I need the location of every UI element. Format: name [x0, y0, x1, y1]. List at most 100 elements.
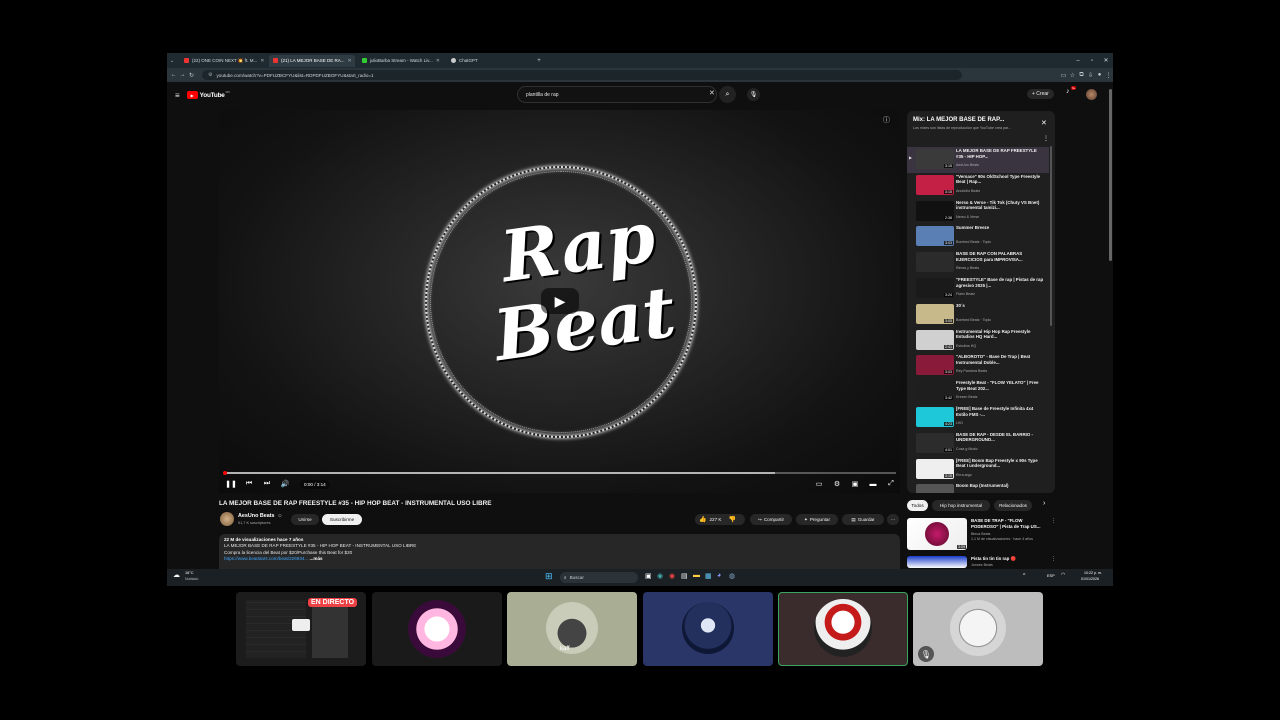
big-play-button[interactable]: ▶ — [541, 288, 579, 314]
clock-time[interactable]: 10:22 p. m. — [1084, 571, 1102, 575]
subscribe-button[interactable]: Suscribirme — [322, 514, 362, 525]
close-tab-icon[interactable]: ✕ — [348, 58, 352, 64]
menu-icon[interactable]: ⋮ — [1104, 72, 1113, 79]
playlist-item[interactable]: 2:38 Nerso & Verse - Tik Tok (Chuty VS Bn… — [907, 199, 1049, 225]
playlist-item[interactable]: 3:15 [FREE] Boom Bap Freestyle x 90s Type… — [907, 457, 1049, 483]
minimize-button[interactable]: – — [1071, 58, 1085, 64]
save-button[interactable]: ▤ Guardar — [842, 514, 884, 525]
wifi-icon[interactable]: ◠ — [1061, 572, 1065, 578]
store-icon[interactable]: ▤ — [681, 572, 688, 580]
playlist-item[interactable]: Boom Bap (Instrumental) — [907, 482, 1049, 493]
chrome-icon[interactable]: ◉ — [669, 572, 675, 580]
related-menu-icon[interactable]: ⋮ — [1051, 518, 1056, 524]
miniplayer-icon[interactable]: ▣ — [846, 480, 864, 488]
notifications-bell-icon[interactable]: ♪ — [1066, 88, 1070, 95]
playlist-menu-icon[interactable]: ⋮ — [1043, 135, 1049, 142]
playlist-item[interactable]: 3:03 Summer Breeze Bombed Beatz · Topic — [907, 224, 1049, 250]
explorer-icon[interactable]: ▬ — [693, 572, 700, 579]
extensions-icon[interactable]: ⧉ — [1077, 72, 1086, 79]
close-playlist-icon[interactable]: ✕ — [1041, 119, 1047, 127]
related-menu-icon[interactable]: ⋮ — [1051, 556, 1056, 562]
tab-rap-base[interactable]: (21) LA MEJOR BASE DE RA... ✕ — [269, 54, 355, 67]
screen-share-tile[interactable]: EN DIRECTO — [236, 592, 366, 666]
fullscreen-icon[interactable]: ⤢ — [882, 480, 900, 488]
close-tab-icon[interactable]: ✕ — [260, 58, 264, 64]
participant-tile[interactable] — [372, 592, 502, 666]
edge-icon[interactable]: ◉ — [657, 572, 663, 580]
show-more-link[interactable]: ...más — [310, 556, 323, 561]
playlist-title[interactable]: Mix: LA MEJOR BASE DE RAP... — [913, 117, 1004, 123]
cast-icon[interactable]: ▭ — [1059, 72, 1068, 79]
profile-icon[interactable]: ● — [1095, 72, 1104, 78]
maximize-button[interactable]: ▫ — [1085, 58, 1099, 64]
chip-hip-hop-instrumental[interactable]: Hip hop instrumental — [932, 500, 990, 511]
playlist-item[interactable]: BASE DE RAP CON PALABRAS EJERCICIOS para… — [907, 250, 1049, 276]
participant-tile[interactable] — [643, 592, 773, 666]
subtitles-icon[interactable]: ▭ — [810, 480, 828, 488]
clear-search-icon[interactable]: ✕ — [709, 89, 715, 97]
participant-tile[interactable]: kaff — [507, 592, 637, 666]
page-scrollbar[interactable] — [1109, 89, 1112, 261]
progress-bar[interactable] — [223, 471, 896, 475]
reload-icon[interactable]: ↻ — [187, 72, 196, 79]
steam-icon[interactable]: ◍ — [729, 572, 735, 580]
tray-chevron-icon[interactable]: ^ — [1023, 573, 1025, 579]
youtube-logo[interactable]: YouTube — [200, 92, 225, 99]
playlist-scrollbar[interactable] — [1050, 146, 1052, 326]
theater-mode-icon[interactable]: ▬ — [864, 481, 882, 488]
voice-search-icon[interactable]: 🎙 — [747, 88, 760, 101]
tab-list-icon[interactable]: ⌄ — [167, 58, 177, 64]
progress-scrubber[interactable] — [223, 471, 227, 475]
video-info-icon[interactable]: ⓘ — [883, 115, 890, 125]
next-icon[interactable]: ⏭ — [258, 480, 276, 488]
discord-icon[interactable]: ◕ — [717, 572, 721, 579]
chips-next-icon[interactable]: › — [1043, 500, 1045, 507]
chip-related[interactable]: Relacionados — [994, 500, 1032, 511]
channel-name[interactable]: AesUno Beats — [238, 513, 275, 519]
previous-icon[interactable]: ⏮ — [240, 480, 258, 488]
ask-button[interactable]: ✦ Preguntar — [796, 514, 838, 525]
tab-chatgpt[interactable]: ChatGPT — [447, 55, 533, 67]
playlist-item[interactable]: 2:41 Instrumental Hip Hop Rap Freestyle E… — [907, 328, 1049, 354]
channel-avatar[interactable] — [220, 512, 234, 526]
playlist-item[interactable]: 4:01 BASE DE RAP - DESDE EL BARRIO - UNDE… — [907, 431, 1049, 457]
volume-icon[interactable]: 🔊 — [276, 480, 294, 488]
playlist-item[interactable]: 4:23 [FREE] Base de Freestyle Infinita 4x… — [907, 405, 1049, 431]
close-window-button[interactable]: ✕ — [1099, 57, 1113, 64]
participant-tile[interactable]: 🎙 — [913, 592, 1043, 666]
settings-gear-icon[interactable]: ⚙ — [828, 480, 846, 488]
pause-icon[interactable]: ❚❚ — [222, 480, 240, 488]
search-input[interactable]: plantilla de rap ✕ — [517, 86, 717, 103]
tab-onecoin[interactable]: (22) ONE COIN NEXT 💥 ft. M... ✕ — [180, 55, 266, 67]
playlist-item[interactable]: 3:24 "FREESTYLE" Base de rap | Pistas de … — [907, 276, 1049, 302]
like-button[interactable]: 👍 227 K 👎 — [695, 514, 745, 525]
description-link[interactable]: https://www.beatstars.com/beat/226934... — [224, 556, 308, 561]
downloads-icon[interactable]: ⇩ — [1086, 72, 1095, 79]
playlist-item[interactable]: 3:42 Freestyle Beat - "FLOW YELATO" | Fre… — [907, 379, 1049, 405]
video-player[interactable]: Rap Beat ▶ ⓘ ❚❚ ⏮ ⏭ 🔊 0:00 / 3:14 ▭ ⚙ ▣ … — [219, 110, 900, 493]
playlist-item[interactable]: 3:03 "ALBOROTO" - Base De Trap | Beat Ins… — [907, 353, 1049, 379]
forward-icon[interactable]: → — [178, 72, 187, 78]
playlist-item[interactable]: 3:05 30´s Bombed Beatz · Topic — [907, 302, 1049, 328]
thumbs-down-icon[interactable]: 👎 — [729, 516, 736, 523]
create-button[interactable]: + Crear — [1027, 89, 1054, 99]
share-button[interactable]: ↪ Compartir — [750, 514, 792, 525]
chip-all[interactable]: Todos — [907, 500, 928, 511]
participant-tile-speaking[interactable] — [778, 592, 908, 666]
taskbar-search[interactable]: ⌕ Buscar — [560, 572, 638, 583]
task-view-icon[interactable]: ▣ — [645, 572, 652, 580]
language-indicator[interactable]: ESP — [1047, 574, 1055, 578]
search-button[interactable]: ⌕ — [719, 86, 736, 103]
url-field[interactable]: ⚙ youtube.com/watch?v=PDFUZBCFYU&list=RD… — [202, 70, 962, 80]
more-actions-button[interactable]: ··· — [887, 514, 899, 525]
playlist-item[interactable]: 3:15 "Versace" 90s OldSchool Type Freesty… — [907, 173, 1049, 199]
tab-stream[interactable]: julioBarba Stream - Watch Liv... ✕ — [358, 55, 444, 67]
related-video[interactable]: Pista tin tin tin rap 🔴 Jonnes Beats ⋮ — [907, 554, 1057, 568]
playlist-item[interactable]: 3:15 LA MEJOR BASE DE RAP FREESTYLE #35 -… — [907, 147, 1049, 173]
avatar[interactable] — [1086, 89, 1097, 100]
back-icon[interactable]: ← — [169, 72, 178, 78]
join-button[interactable]: Unirse — [291, 514, 319, 525]
clock-date[interactable]: 01/01/2026 — [1081, 577, 1099, 581]
weather-icon[interactable]: ☁ — [173, 571, 180, 579]
youtube-logo-icon[interactable]: ▶ — [186, 91, 198, 99]
